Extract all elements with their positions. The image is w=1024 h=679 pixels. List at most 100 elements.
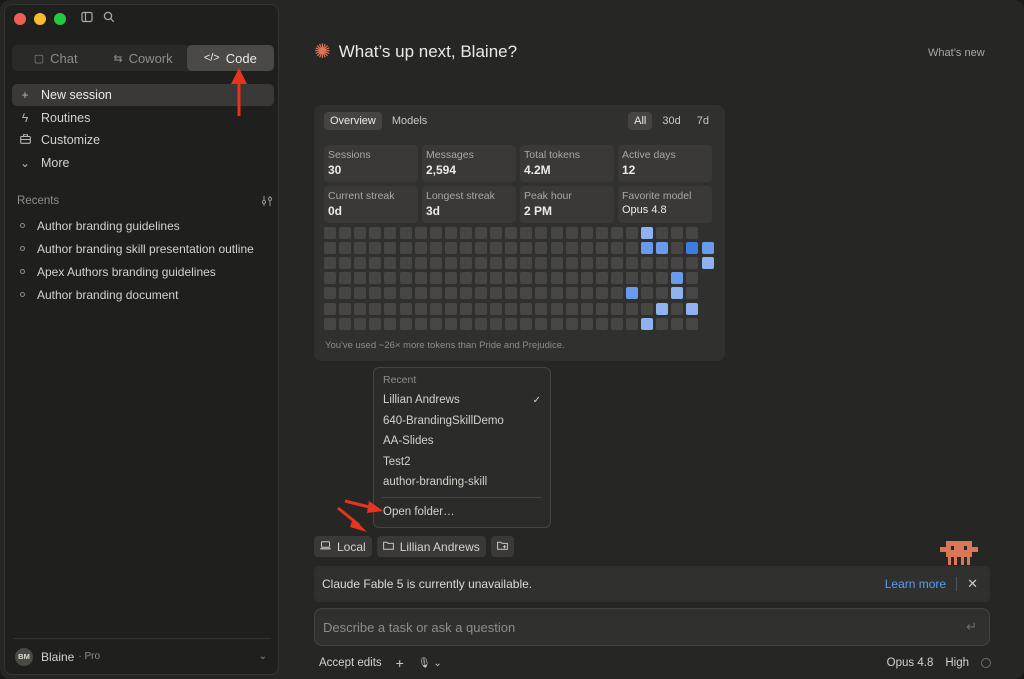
code-icon: </> xyxy=(203,52,220,64)
dropdown-item-label: Test2 xyxy=(383,455,411,468)
heatmap-cell xyxy=(686,257,699,270)
heatmap-cell xyxy=(399,257,412,270)
stat-label: Longest streak xyxy=(426,190,495,202)
search-icon[interactable] xyxy=(103,11,115,23)
user-menu[interactable]: BM Blaine · Pro ⌄ xyxy=(13,638,271,668)
heatmap-cell xyxy=(475,242,487,255)
heatmap-cell xyxy=(505,272,518,285)
model-selector[interactable]: Opus 4.8 xyxy=(887,657,934,669)
avatar: BM xyxy=(15,647,33,666)
stat-card: Total tokens 4.2M xyxy=(520,145,614,182)
heatmap-cell xyxy=(384,272,397,285)
heatmap-cell xyxy=(459,302,472,315)
recent-title: Author branding document xyxy=(37,287,179,302)
heatmap-cell xyxy=(686,227,699,239)
folder-dropdown: Recent Lillian Andrews ✓ 640-BrandingSkil… xyxy=(373,367,551,528)
heatmap-cell xyxy=(399,287,412,300)
heatmap-cell xyxy=(490,272,503,285)
tab-overview[interactable]: Overview xyxy=(324,112,382,130)
list-item[interactable]: Author branding document xyxy=(17,283,275,306)
heatmap-cell xyxy=(384,302,397,315)
heatmap-cell xyxy=(505,317,518,330)
heatmap-cell xyxy=(550,272,563,285)
heatmap-cell xyxy=(656,242,669,255)
heatmap-cell xyxy=(565,317,578,330)
sidebar-item-more[interactable]: ⌄ More xyxy=(12,152,274,174)
heatmap-cell xyxy=(535,257,548,270)
tab-models[interactable]: Models xyxy=(386,112,433,130)
heatmap-cell xyxy=(444,302,457,315)
stat-value: 30 xyxy=(328,163,342,177)
heatmap-cell xyxy=(369,317,382,330)
sidebar-item-customize[interactable]: Customize xyxy=(12,129,274,151)
heatmap-cell xyxy=(475,317,487,330)
heatmap-cell xyxy=(580,227,593,239)
stat-value: 0d xyxy=(328,204,343,218)
heatmap-cell xyxy=(686,302,699,315)
close-icon[interactable]: ✕ xyxy=(967,576,978,592)
dropdown-item-label: AA-Slides xyxy=(383,435,434,448)
heatmap-cell xyxy=(520,287,533,300)
heatmap-cell xyxy=(414,317,427,330)
close-window-button[interactable] xyxy=(14,13,26,25)
learn-more-link[interactable]: Learn more xyxy=(885,577,946,591)
list-item[interactable]: Author branding skill presentation outli… xyxy=(17,237,275,260)
range-all[interactable]: All xyxy=(628,112,653,130)
maximize-window-button[interactable] xyxy=(54,13,66,25)
local-button[interactable]: Local xyxy=(314,536,372,557)
heatmap-cell xyxy=(414,287,427,300)
minimize-window-button[interactable] xyxy=(34,13,46,25)
range-7d[interactable]: 7d xyxy=(691,112,715,130)
recent-title: Author branding skill presentation outli… xyxy=(37,241,254,256)
prompt-input[interactable] xyxy=(323,619,967,635)
heatmap-cell xyxy=(520,242,533,255)
heatmap-cell xyxy=(339,242,352,255)
list-item[interactable]: Apex Authors branding guidelines xyxy=(17,260,275,283)
tab-chat[interactable]: ▢ Chat xyxy=(12,45,99,71)
page-title: ✺ What’s up next, Blaine? xyxy=(314,42,517,62)
stat-card: Messages 2,594 xyxy=(422,145,516,182)
list-item[interactable]: Author branding guidelines xyxy=(17,214,275,237)
heatmap-cell xyxy=(641,287,654,300)
dropdown-item[interactable]: Lillian Andrews ✓ xyxy=(374,390,550,411)
sidebar-toggle-icon[interactable] xyxy=(81,11,93,23)
heatmap-cell xyxy=(324,287,336,300)
sidebar-top-icons xyxy=(81,11,115,23)
enter-icon[interactable]: ↵ xyxy=(966,619,977,635)
accept-edits-button[interactable]: Accept edits xyxy=(319,657,382,669)
mic-icon[interactable]: 🎙︎ ⌄ xyxy=(418,658,442,669)
add-icon[interactable]: + xyxy=(396,655,404,671)
whats-new-link[interactable]: What’s new xyxy=(928,47,985,59)
heatmap-cell xyxy=(595,287,608,300)
open-folder-item[interactable]: Open folder… xyxy=(374,502,550,523)
heatmap-cell xyxy=(595,227,608,239)
tab-label: Code xyxy=(225,50,257,66)
recents-label: Recents xyxy=(17,195,60,207)
heatmap-cell xyxy=(444,287,457,300)
dropdown-item[interactable]: Test2 xyxy=(374,452,550,473)
effort-selector[interactable]: High xyxy=(945,657,969,669)
folder-button[interactable]: Lillian Andrews xyxy=(376,536,486,557)
heatmap-cell xyxy=(384,317,397,330)
heatmap-cell xyxy=(369,272,382,285)
dropdown-item[interactable]: AA-Slides xyxy=(374,431,550,452)
heatmap-cell xyxy=(671,317,684,330)
add-folder-button[interactable] xyxy=(490,536,514,557)
heatmap-cell xyxy=(490,257,503,270)
dropdown-item[interactable]: author-branding-skill xyxy=(374,472,550,493)
heatmap-cell xyxy=(610,317,623,330)
heatmap-cell xyxy=(610,287,623,300)
heatmap-cell xyxy=(339,257,352,270)
heatmap-cell xyxy=(580,302,593,315)
filter-icon[interactable] xyxy=(261,195,273,207)
tab-cowork[interactable]: ⇆ Cowork xyxy=(99,45,186,71)
heatmap-cell xyxy=(626,272,638,285)
heatmap-cell xyxy=(475,272,487,285)
heatmap-cell xyxy=(656,317,669,330)
stat-value: 2,594 xyxy=(426,163,457,177)
heatmap-cell xyxy=(354,302,367,315)
dropdown-item[interactable]: 640-BrandingSkillDemo xyxy=(374,411,550,432)
heatmap-cell xyxy=(671,287,684,300)
range-30d[interactable]: 30d xyxy=(656,112,686,130)
heatmap-cell xyxy=(656,257,669,270)
